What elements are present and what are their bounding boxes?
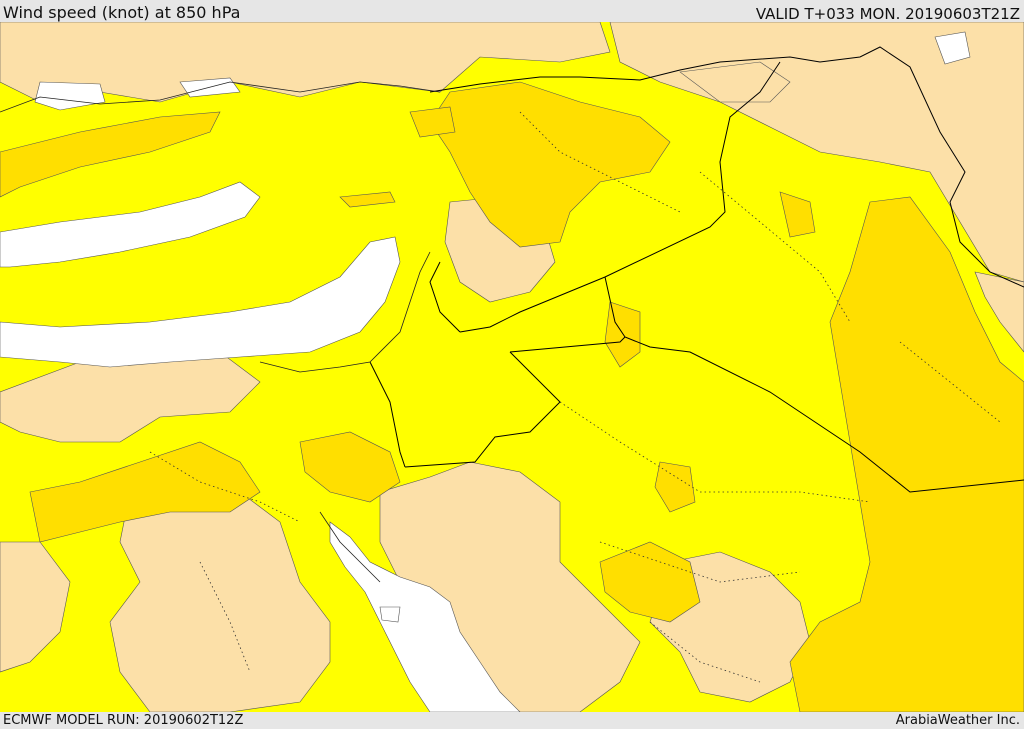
credit-label: ArabiaWeather Inc. <box>895 713 1020 728</box>
wind-speed-map <box>0 22 1024 712</box>
valid-time: VALID T+033 MON. 20190603T21Z <box>755 5 1020 23</box>
map-title: Wind speed (knot) at 850 hPa <box>3 3 241 22</box>
model-run-label: ECMWF MODEL RUN: 20190602T12Z <box>3 713 244 728</box>
